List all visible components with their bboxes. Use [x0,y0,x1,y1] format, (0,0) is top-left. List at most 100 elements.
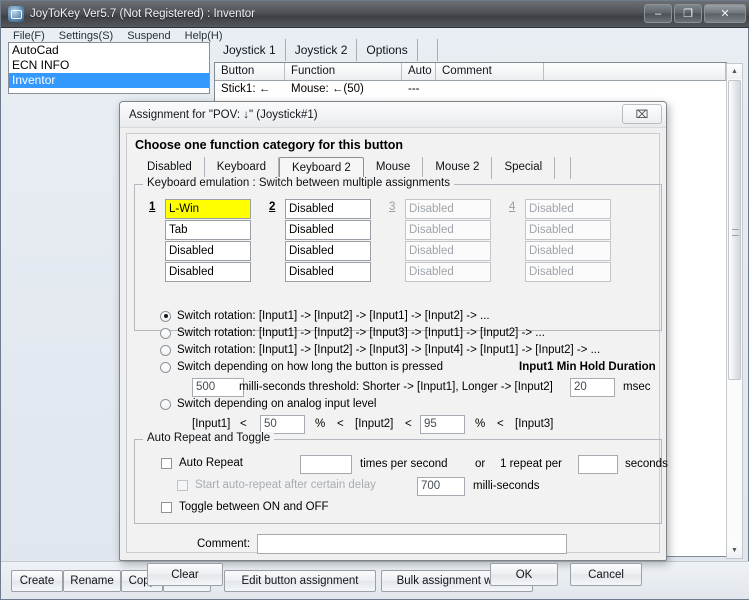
switch-option-1[interactable]: Switch rotation: [Input1] -> [Input2] ->… [160,310,490,322]
minimize-button[interactable]: – [644,4,672,23]
close-button[interactable]: ✕ [704,4,746,23]
menu-item-settings[interactable]: Settings(S) [59,30,113,42]
column-header-function[interactable]: Function [285,63,402,80]
assignment-dialog: Assignment for "POV: ↓" (Joystick#1) ⌧ C… [119,101,668,586]
tab-mouse-2[interactable]: Mouse 2 [423,157,493,179]
slot-2-input-2[interactable]: Disabled [285,220,371,240]
maximize-button[interactable]: ❐ [674,4,702,23]
menu-item-file[interactable]: File(F) [13,30,45,42]
delay-unit-label: milli-seconds [473,480,540,492]
slot-4-input-2[interactable]: Disabled [525,220,611,240]
slot-3-input-3[interactable]: Disabled [405,241,491,261]
slot-1-input-1[interactable]: L-Win [165,199,251,219]
joytokey-app-icon [8,6,24,22]
slot-4-input-1[interactable]: Disabled [525,199,611,219]
slot-3-input-1[interactable]: Disabled [405,199,491,219]
analog-lt-4: < [497,418,504,430]
profile-list[interactable]: AutoCad ECN INFO Inventor [8,42,210,94]
comment-label: Comment: [197,538,251,550]
start-delay-checkbox-row[interactable]: Start auto-repeat after certain delay [177,479,376,491]
checkbox-icon-auto-repeat[interactable] [161,457,172,469]
vertical-scrollbar[interactable]: ▲ ▼ [726,63,743,559]
profile-item-inventor[interactable]: Inventor [9,73,209,88]
slot-2-input-3[interactable]: Disabled [285,241,371,261]
scroll-down-arrow-icon[interactable]: ▼ [727,543,742,558]
column-header-extra[interactable] [544,63,726,80]
cancel-button[interactable]: Cancel [570,563,642,586]
slot-number-2: 2 [269,201,276,213]
application-window: JoyToKey Ver5.7 (Not Registered) : Inven… [0,0,749,600]
radio-icon-switch-analog-level[interactable] [160,398,171,410]
repeat-per-label: 1 repeat per [500,458,563,470]
comment-input[interactable] [257,534,567,554]
slot-2-input-4[interactable]: Disabled [285,262,371,282]
switch-option-analog[interactable]: Switch depending on analog input level [160,398,376,410]
clear-button[interactable]: Clear [147,563,223,586]
cell-function: Mouse: ←(50) [291,83,364,95]
threshold-input[interactable]: 500 [192,378,244,397]
window-title: JoyToKey Ver5.7 (Not Registered) : Inven… [30,8,255,20]
column-header-button[interactable]: Button [215,63,285,80]
toggle-checkbox-row[interactable]: Toggle between ON and OFF [161,501,329,513]
switch-option-3-label: Switch rotation: [Input1] -> [Input2] ->… [177,344,601,356]
auto-repeat-checkbox-row[interactable]: Auto Repeat [161,457,243,469]
tab-joystick-1[interactable]: Joystick 1 [214,39,286,61]
tab-special[interactable]: Special [492,157,556,179]
radio-icon-switch-rotation-4[interactable] [160,344,171,356]
analog-input3-label: [Input3] [515,418,554,430]
checkbox-icon-toggle[interactable] [161,501,172,513]
slot-number-3: 3 [389,201,396,213]
column-header-auto[interactable]: Auto [402,63,436,80]
keyboard-emulation-group-title: Keyboard emulation : Switch between mult… [143,177,454,189]
radio-icon-switch-rotation-3[interactable] [160,327,171,339]
auto-repeat-group-title: Auto Repeat and Toggle [143,432,275,444]
slot-1-input-4[interactable]: Disabled [165,262,251,282]
dialog-title: Assignment for "POV: ↓" (Joystick#1) [129,108,318,121]
checkbox-icon-start-delay[interactable] [177,479,188,491]
menubar: File(F) Settings(S) Suspend Help(H) [5,29,223,43]
ok-button[interactable]: OK [490,563,558,586]
profile-item-ecn-info[interactable]: ECN INFO [9,58,209,73]
slot-1-input-3[interactable]: Disabled [165,241,251,261]
slot-3-input-2[interactable]: Disabled [405,220,491,240]
edit-button-assignment-button[interactable]: Edit button assignment [224,570,376,592]
switch-option-3[interactable]: Switch rotation: [Input1] -> [Input2] ->… [160,344,600,356]
seconds-input[interactable] [578,455,618,474]
table-row[interactable]: Stick1: ← Mouse: ←(50) --- [215,81,726,98]
rename-button[interactable]: Rename [63,570,121,592]
create-button[interactable]: Create [11,570,63,592]
slot-3-input-4[interactable]: Disabled [405,262,491,282]
switch-option-5-label: Switch depending on analog input level [177,398,377,410]
slot-4-input-3[interactable]: Disabled [525,241,611,261]
tab-keyboard[interactable]: Keyboard [205,157,279,179]
analog-threshold-2-input[interactable]: 95 [420,415,465,434]
switch-option-hold[interactable]: Switch depending on how long the button … [160,361,443,373]
slot-4-input-4[interactable]: Disabled [525,262,611,282]
tab-keyboard-2[interactable]: Keyboard 2 [278,157,364,179]
tab-options[interactable]: Options [357,39,418,61]
slot-number-4: 4 [509,201,516,213]
switch-option-2[interactable]: Switch rotation: [Input1] -> [Input2] ->… [160,327,545,339]
min-hold-duration-input[interactable]: 20 [570,378,615,397]
menu-item-suspend[interactable]: Suspend [127,30,170,42]
cell-auto: --- [408,83,420,95]
min-hold-duration-caption: Input1 Min Hold Duration [519,361,656,373]
radio-icon-switch-rotation-2[interactable] [160,310,171,322]
profile-item-autocad[interactable]: AutoCad [9,43,209,58]
delay-input[interactable]: 700 [417,477,465,496]
scroll-up-arrow-icon[interactable]: ▲ [727,64,742,79]
scrollbar-thumb[interactable] [728,80,741,380]
times-per-second-input[interactable] [300,455,352,474]
dialog-close-icon[interactable]: ⌧ [622,104,662,124]
slot-2-input-1[interactable]: Disabled [285,199,371,219]
slot-1-input-2[interactable]: Tab [165,220,251,240]
column-header-comment[interactable]: Comment [436,63,544,80]
tab-disabled[interactable]: Disabled [135,157,205,179]
slot-column-2: 2 Disabled Disabled Disabled Disabled [269,199,371,283]
tab-joystick-2[interactable]: Joystick 2 [286,39,358,61]
tab-mouse[interactable]: Mouse [364,157,424,179]
start-delay-label: Start auto-repeat after certain delay [195,479,376,491]
radio-icon-switch-hold-duration[interactable] [160,361,171,373]
analog-input2-label: [Input2] [355,418,394,430]
switch-option-2-label: Switch rotation: [Input1] -> [Input2] ->… [177,327,545,339]
